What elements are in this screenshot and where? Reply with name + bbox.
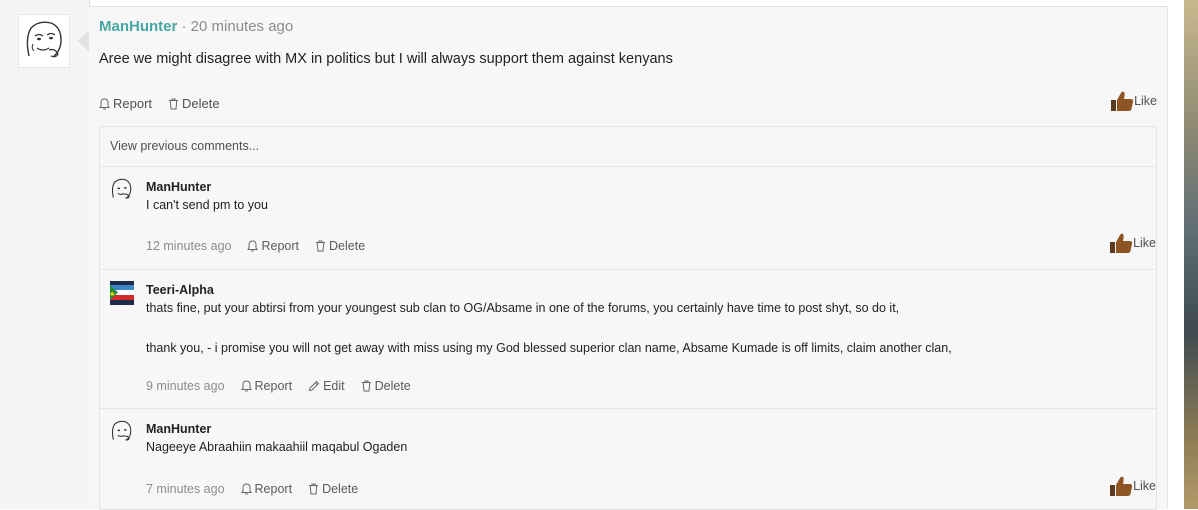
comment-delete-label: Delete [329, 239, 366, 253]
comment-delete-button[interactable]: Delete [308, 482, 358, 496]
bell-icon [240, 380, 252, 392]
comment-actions: 12 minutes ago Report Delete [146, 239, 365, 253]
comment-like-button[interactable]: Like [1109, 232, 1156, 254]
thumbs-up-icon [1110, 233, 1133, 253]
bell-icon [240, 483, 252, 495]
post-timestamp[interactable]: · 20 minutes ago [177, 18, 294, 35]
trash-icon [316, 240, 326, 252]
comment-avatar[interactable] [109, 419, 134, 444]
comment-report-button[interactable]: Report [240, 482, 293, 496]
post-like-button[interactable]: Like [1110, 90, 1157, 112]
comment-timestamp[interactable]: 7 minutes ago [146, 482, 225, 496]
thumbs-up-icon [1110, 476, 1133, 496]
left-gutter [0, 0, 90, 509]
post-delete-button[interactable]: Delete [168, 96, 220, 111]
comments-section: View previous comments... ManHunter I ca… [99, 126, 1157, 510]
comment-text-paragraph-2: thank you, - i promise you will not get … [146, 341, 952, 355]
bell-icon [99, 97, 110, 110]
post-report-label: Report [113, 96, 153, 111]
comment-text: thats fine, put your abtirsi from your y… [146, 301, 900, 315]
comment-like-label: Like [1133, 479, 1156, 493]
trash-icon [309, 483, 319, 495]
comment-delete-button[interactable]: Delete [315, 239, 365, 253]
post-header: ManHunter · 20 minutes ago [99, 18, 293, 35]
post-author-avatar[interactable] [18, 14, 70, 68]
trash-icon [169, 98, 179, 109]
background-image-strip [1184, 0, 1198, 509]
view-previous-comments-link[interactable]: View previous comments... [100, 127, 1156, 167]
comment-timestamp[interactable]: 12 minutes ago [146, 239, 231, 253]
comment-avatar[interactable] [110, 281, 134, 305]
comment-like-label: Like [1133, 236, 1156, 250]
comment-delete-label: Delete [374, 379, 411, 393]
comment-text: Nageeye Abraahiin makaahiil maqabul Ogad… [146, 440, 408, 454]
post-like-label: Like [1134, 94, 1157, 108]
post-username[interactable]: ManHunter [99, 18, 177, 35]
trash-icon [361, 380, 371, 392]
comment-actions: 7 minutes ago Report Delete [146, 482, 358, 496]
meme-face-avatar-icon [111, 178, 132, 199]
post-actions: Report Delete [99, 96, 220, 111]
post-card: ManHunter · 20 minutes ago Aree we might… [89, 6, 1168, 510]
comment-timestamp[interactable]: 9 minutes ago [146, 379, 225, 393]
comment-report-label: Report [254, 482, 293, 496]
post-body-text: Aree we might disagree with MX in politi… [99, 51, 673, 67]
comment-like-button[interactable]: Like [1109, 475, 1156, 497]
comment-item: ManHunter I can't send pm to you 12 minu… [100, 167, 1156, 270]
comment-delete-button[interactable]: Delete [361, 379, 411, 393]
post-report-button[interactable]: Report [99, 96, 152, 111]
comment-edit-button[interactable]: Edit [308, 379, 345, 393]
comment-actions: 9 minutes ago Report Edit Delete [146, 379, 411, 393]
pencil-icon [308, 380, 320, 392]
bell-icon [247, 240, 259, 252]
meme-face-avatar-icon [26, 21, 62, 58]
comment-item: Teeri-Alpha thats fine, put your abtirsi… [100, 270, 1156, 409]
comment-edit-label: Edit [323, 379, 345, 393]
comment-report-label: Report [261, 239, 300, 253]
meme-face-avatar-icon [111, 420, 132, 441]
comment-username[interactable]: ManHunter [146, 422, 211, 436]
comment-text: I can't send pm to you [146, 198, 268, 212]
comment-username[interactable]: ManHunter [146, 180, 211, 194]
comment-report-button[interactable]: Report [240, 379, 293, 393]
thumbs-up-icon [1111, 91, 1134, 111]
post-delete-label: Delete [182, 96, 220, 111]
comment-username[interactable]: Teeri-Alpha [146, 283, 214, 297]
comment-avatar[interactable] [109, 177, 134, 202]
comment-delete-label: Delete [322, 482, 359, 496]
flag-avatar-icon [110, 281, 134, 305]
comment-report-button[interactable]: Report [247, 239, 299, 253]
comment-item: ManHunter Nageeye Abraahiin makaahiil ma… [100, 409, 1156, 509]
comment-report-label: Report [254, 379, 293, 393]
